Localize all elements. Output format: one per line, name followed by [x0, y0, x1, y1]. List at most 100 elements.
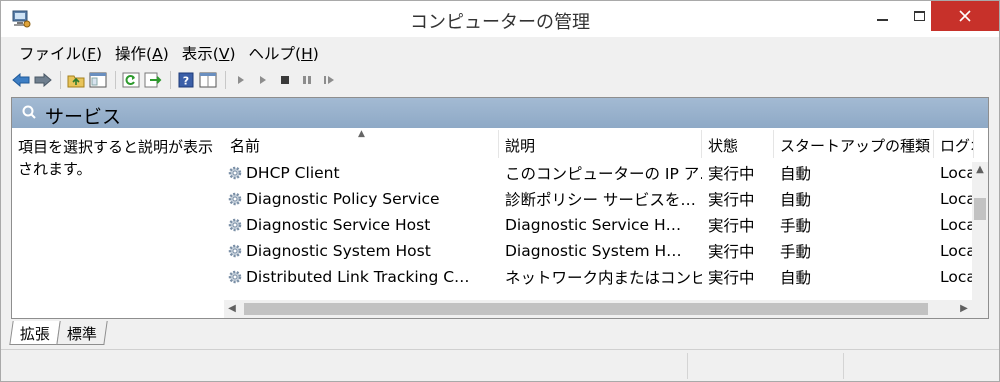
- service-description: Diagnostic Service H…: [505, 216, 682, 234]
- service-status: 実行中: [708, 269, 755, 287]
- back-button[interactable]: [11, 70, 31, 90]
- forward-button[interactable]: [33, 70, 53, 90]
- toolbar-separator: [225, 71, 226, 89]
- service-startup-type: 手動: [780, 217, 812, 235]
- properties-view-icon: [199, 72, 217, 88]
- column-header-logon[interactable]: ログオ: [934, 130, 974, 158]
- window-title: コンピューターの管理: [410, 12, 590, 33]
- service-description: このコンピューターの IP ア…: [505, 165, 702, 183]
- close-button[interactable]: [931, 1, 999, 31]
- services-panel: サービス 項目を選択すると説明が表示 されます。 名前 ▲ 説明 状態 スタート…: [11, 97, 989, 319]
- service-description: 診断ポリシー サービスを…: [505, 191, 696, 209]
- menu-action[interactable]: 操作(A): [109, 39, 176, 65]
- service-gear-icon: [228, 244, 242, 258]
- up-one-level-button[interactable]: [66, 70, 86, 90]
- resume-service-icon: [324, 76, 334, 84]
- service-gear-icon: [228, 218, 242, 232]
- service-startup-type: 自動: [780, 269, 812, 287]
- service-name: Distributed Link Tracking C…: [246, 268, 470, 286]
- services-gear-icon: [22, 105, 36, 119]
- service-logon: Local: [940, 216, 974, 234]
- stop-service-icon: [281, 76, 289, 84]
- service-row[interactable]: Diagnostic Policy Service 診断ポリシー サービスを… …: [224, 186, 974, 212]
- services-header: サービス: [12, 98, 988, 128]
- forward-icon: [34, 73, 52, 87]
- view-tabs: 拡張 標準: [9, 321, 108, 345]
- toolbar-separator: [170, 71, 171, 89]
- services-list[interactable]: 名前 ▲ 説明 状態 スタートアップの種類 ログオ DHCP Client この…: [224, 130, 988, 318]
- scroll-right-arrow-icon[interactable]: ▶: [956, 303, 972, 314]
- start-service-button[interactable]: [231, 70, 251, 90]
- menu-bar: ファイル(F) 操作(A) 表示(V) ヘルプ(H): [1, 39, 999, 65]
- menu-view[interactable]: 表示(V): [176, 39, 243, 65]
- service-rows: DHCP Client このコンピューターの IP ア… 実行中 自動 Loca…: [224, 160, 974, 290]
- toolbar-separator: [60, 71, 61, 89]
- service-row[interactable]: Diagnostic Service Host Diagnostic Servi…: [224, 212, 974, 238]
- service-startup-type: 手動: [780, 243, 812, 261]
- menu-file[interactable]: ファイル(F): [13, 39, 109, 65]
- export-list-icon: [144, 72, 162, 88]
- horizontal-scrollbar[interactable]: ◀ ▶: [224, 300, 972, 318]
- service-logon: Local: [940, 242, 974, 260]
- list-header: 名前 ▲ 説明 状態 スタートアップの種類 ログオ: [224, 130, 974, 158]
- show-hide-tree-button[interactable]: [88, 70, 108, 90]
- service-logon: Local: [940, 190, 974, 208]
- stop-service-button[interactable]: [275, 70, 295, 90]
- mmc-window: コンピューターの管理 ファイル(F) 操作(A) 表示(V) ヘルプ(H) ? …: [0, 0, 1000, 382]
- service-gear-icon: [228, 192, 242, 206]
- column-header-status[interactable]: 状態: [702, 130, 774, 158]
- maximize-icon: [913, 11, 925, 21]
- refresh-button[interactable]: [121, 70, 141, 90]
- status-divider: [687, 353, 688, 379]
- status-bar: [1, 349, 999, 381]
- back-icon: [12, 73, 30, 87]
- properties-view-button[interactable]: [198, 70, 218, 90]
- service-status: 実行中: [708, 243, 755, 261]
- show-hide-tree-icon: [89, 72, 107, 88]
- help-button[interactable]: ?: [176, 70, 196, 90]
- pause-service-button[interactable]: [297, 70, 317, 90]
- minimize-icon: [876, 19, 888, 21]
- start-service-alt-button[interactable]: [253, 70, 273, 90]
- toolbar: ?: [1, 67, 999, 93]
- description-text-line2: されます。: [18, 160, 92, 178]
- export-list-button[interactable]: [143, 70, 163, 90]
- service-description: ネットワーク内またはコンピ…: [505, 269, 702, 287]
- tab-standard[interactable]: 標準: [56, 321, 108, 345]
- service-status: 実行中: [708, 165, 755, 183]
- service-row[interactable]: Distributed Link Tracking C… ネットワーク内またはコ…: [224, 264, 974, 290]
- service-status: 実行中: [708, 217, 755, 235]
- service-name: DHCP Client: [246, 164, 340, 182]
- toolbar-separator: [115, 71, 116, 89]
- refresh-icon: [122, 72, 140, 88]
- service-description: Diagnostic System H…: [505, 242, 682, 260]
- scroll-left-arrow-icon[interactable]: ◀: [224, 303, 240, 314]
- service-row[interactable]: Diagnostic System Host Diagnostic System…: [224, 238, 974, 264]
- service-row[interactable]: DHCP Client このコンピューターの IP ア… 実行中 自動 Loca…: [224, 160, 974, 186]
- status-divider: [843, 353, 844, 379]
- help-icon: ?: [178, 72, 194, 88]
- service-name: Diagnostic Policy Service: [246, 190, 440, 208]
- tab-extended[interactable]: 拡張: [9, 321, 61, 345]
- services-title: サービス: [45, 106, 122, 128]
- up-folder-icon: [67, 75, 85, 88]
- service-name: Diagnostic Service Host: [246, 216, 431, 234]
- horizontal-scroll-thumb[interactable]: [244, 303, 928, 315]
- column-header-name[interactable]: 名前 ▲: [224, 130, 499, 158]
- service-logon: Local: [940, 164, 974, 182]
- service-gear-icon: [228, 270, 242, 284]
- vertical-scroll-thumb[interactable]: [974, 198, 986, 220]
- vertical-scrollbar[interactable]: ▲ ▼: [972, 162, 988, 318]
- scrollbar-corner: [972, 300, 988, 318]
- start-service-icon: [238, 76, 244, 84]
- service-gear-icon: [228, 166, 242, 180]
- resume-service-button[interactable]: [319, 70, 339, 90]
- menu-help[interactable]: ヘルプ(H): [243, 39, 326, 65]
- service-logon: Local: [940, 268, 974, 286]
- column-header-startup-type[interactable]: スタートアップの種類: [774, 130, 934, 158]
- column-header-description[interactable]: 説明: [499, 130, 702, 158]
- title-bar[interactable]: コンピューターの管理: [1, 1, 999, 37]
- description-pane: 項目を選択すると説明が表示 されます。: [12, 128, 222, 318]
- scroll-up-arrow-icon[interactable]: ▲: [972, 164, 988, 175]
- description-text-line1: 項目を選択すると説明が表示: [18, 138, 214, 156]
